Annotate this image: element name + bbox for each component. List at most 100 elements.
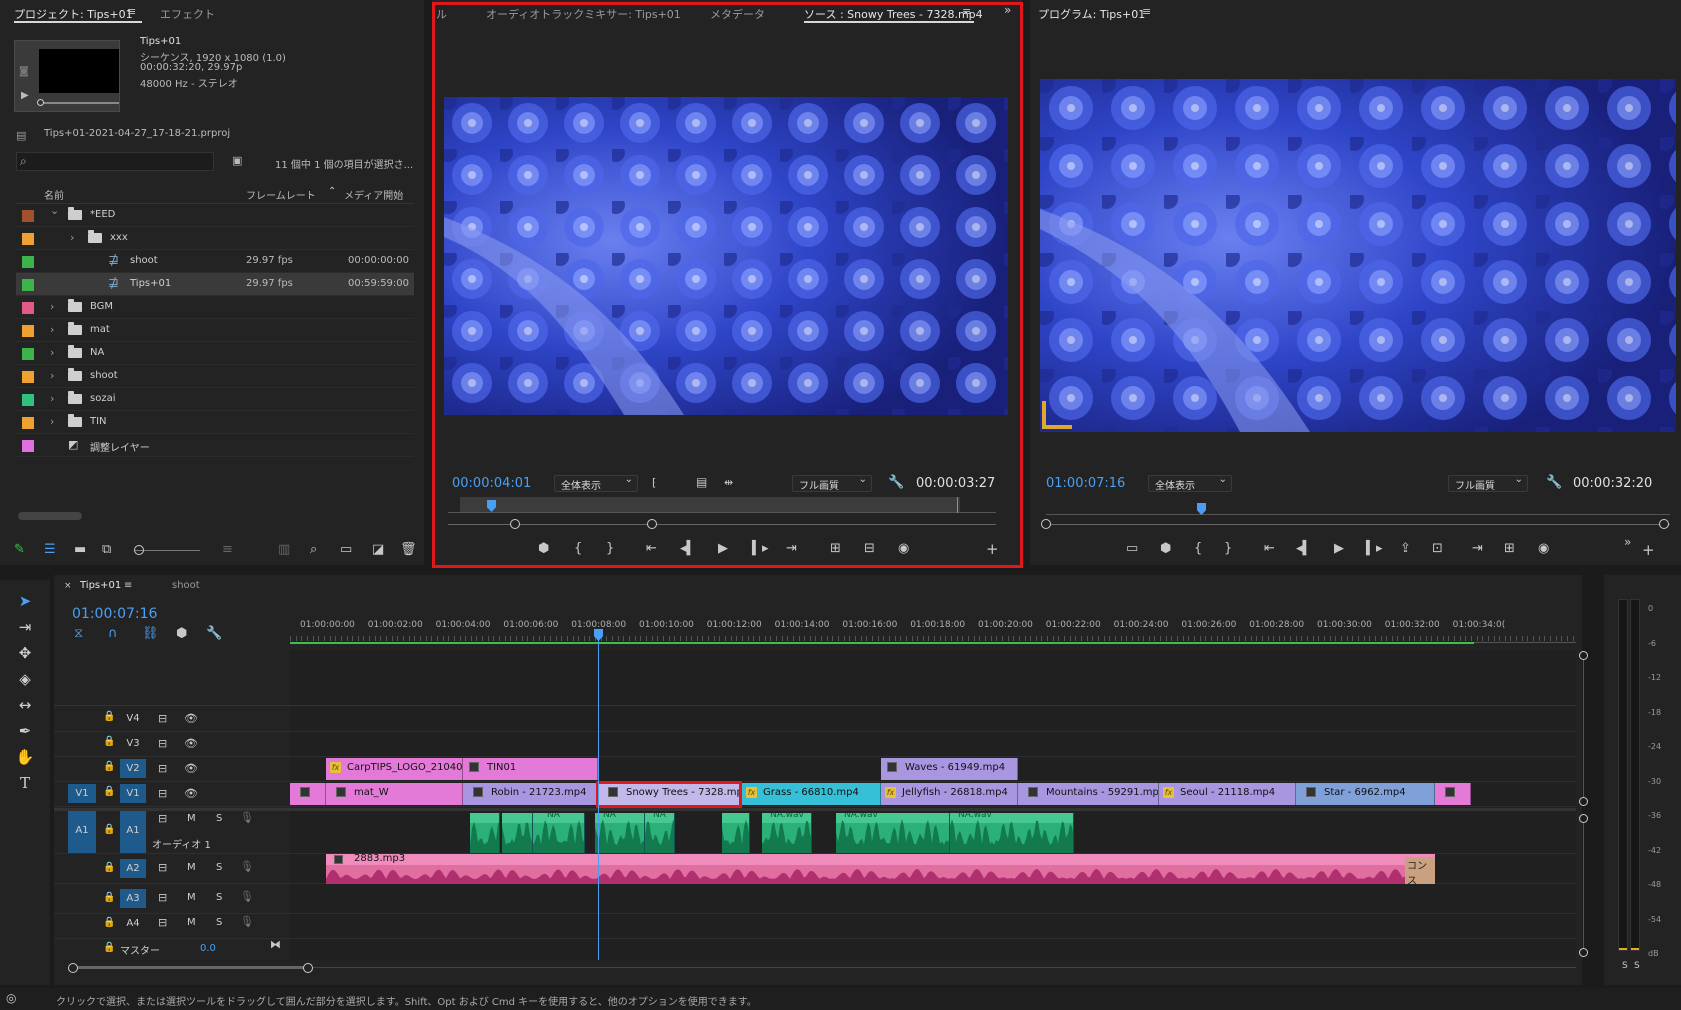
voice-over-record-icon[interactable]: 🎙 xyxy=(240,916,254,927)
chevron-right-icon[interactable]: › xyxy=(50,300,54,313)
chevron-right-icon[interactable]: › xyxy=(70,231,74,244)
solo-button[interactable]: S xyxy=(216,862,222,873)
solo-right-button[interactable]: S xyxy=(1634,961,1640,971)
tab-timeline-tips01[interactable]: Tips+01 xyxy=(80,580,121,591)
vscroll-bottom-handle[interactable] xyxy=(1579,948,1588,957)
new-item-icon[interactable]: ◪ xyxy=(372,543,384,556)
panel-menu-icon[interactable]: ≡ xyxy=(127,6,136,17)
toggle-sync-lock-icon[interactable]: ⊟ xyxy=(158,892,167,903)
lock-icon[interactable]: 🔒 xyxy=(103,917,115,928)
horizontal-scrollbar[interactable] xyxy=(18,512,82,520)
eye-icon[interactable]: 👁 xyxy=(184,713,198,724)
clip-a1-na[interactable]: NA.wav xyxy=(836,813,950,853)
add-marker-icon[interactable]: ⬢ xyxy=(176,627,187,640)
nest-icon[interactable]: ⧖ xyxy=(74,627,83,640)
mark-out-icon[interactable]: } xyxy=(1224,542,1232,555)
label-color-swatch[interactable] xyxy=(22,348,34,360)
project-item-row[interactable]: ◩ 調整レイヤー xyxy=(16,434,414,457)
linked-selection-icon[interactable]: ⛓ xyxy=(142,627,159,640)
solo-left-button[interactable]: S xyxy=(1622,961,1628,971)
voice-over-record-icon[interactable]: 🎙 xyxy=(240,891,254,902)
chevron-down-icon[interactable]: ⌄ xyxy=(50,204,59,217)
sequence-thumbnail[interactable]: ◙ ▶ xyxy=(14,40,120,112)
tab-project[interactable]: プロジェクト: Tips+01 xyxy=(14,6,133,22)
timeline-hscroll-right[interactable] xyxy=(303,963,313,973)
snap-icon[interactable]: ∩ xyxy=(108,627,118,640)
toggle-sync-lock-icon[interactable]: ⊟ xyxy=(158,788,167,799)
work-area-bar[interactable] xyxy=(290,642,1474,644)
source-patch-a1[interactable]: A1 xyxy=(68,811,96,853)
track-select-tool-icon[interactable]: ⇥ xyxy=(14,616,36,638)
vscroll-track-video[interactable] xyxy=(1583,660,1584,797)
chevron-right-icon[interactable]: › xyxy=(50,323,54,336)
search-input[interactable]: ⌕ xyxy=(16,152,214,171)
clip-v2-tin01[interactable]: TIN01 xyxy=(463,758,598,780)
clip-a1-na[interactable]: NA xyxy=(533,813,585,853)
toggle-sync-lock-icon[interactable]: ⊟ xyxy=(158,763,167,774)
label-color-swatch[interactable] xyxy=(22,325,34,337)
eye-icon[interactable]: 👁 xyxy=(184,763,198,774)
write-protect-icon[interactable]: ✎ xyxy=(14,543,25,556)
track-target-v1[interactable]: V1 xyxy=(120,784,146,803)
lock-icon[interactable]: 🔒 xyxy=(103,786,115,797)
clip-a1-na[interactable]: NA xyxy=(595,813,645,853)
vscroll-track-audio[interactable] xyxy=(1583,823,1584,948)
clear-icon[interactable]: 🗑 xyxy=(400,543,417,556)
clip-a1-na[interactable] xyxy=(470,813,500,853)
clip-v1-start[interactable] xyxy=(290,783,326,805)
pen-tool-icon[interactable]: ✒ xyxy=(14,720,36,742)
button-editor-icon[interactable]: + xyxy=(1642,543,1655,558)
lock-icon[interactable]: 🔒 xyxy=(103,824,115,835)
clip-v1-grass[interactable]: fx Grass - 66810.mp4 xyxy=(742,783,881,805)
close-tab-icon[interactable]: × xyxy=(64,582,72,591)
toggle-sync-lock-icon[interactable]: ⊟ xyxy=(158,917,167,928)
razor-tool-icon[interactable]: ◈ xyxy=(14,668,36,690)
freeform-view-icon[interactable]: ⧉ xyxy=(102,543,111,556)
zoom-slider-thumb[interactable] xyxy=(134,545,144,555)
lock-icon[interactable]: 🔒 xyxy=(103,761,115,772)
comparison-view-icon[interactable]: ⊞ xyxy=(1504,542,1515,555)
solo-button[interactable]: S xyxy=(216,813,222,824)
go-to-in-icon[interactable]: ⇤ xyxy=(1264,542,1275,555)
play-icon[interactable]: ▶ xyxy=(1334,542,1344,555)
label-color-swatch[interactable] xyxy=(22,371,34,383)
toggle-sync-lock-icon[interactable]: ⊟ xyxy=(158,862,167,873)
label-color-swatch[interactable] xyxy=(22,394,34,406)
project-item-row[interactable]: › BGM xyxy=(16,296,414,319)
step-back-icon[interactable]: ◂▍ xyxy=(1296,542,1313,555)
program-quality-select[interactable]: フル画質 xyxy=(1448,474,1528,492)
label-color-swatch[interactable] xyxy=(22,210,34,222)
clip-a1-na[interactable] xyxy=(722,813,750,853)
timeline-settings-icon[interactable]: 🔧 xyxy=(206,627,222,640)
label-color-swatch[interactable] xyxy=(22,233,34,245)
automate-to-sequence-icon[interactable]: ▥ xyxy=(278,543,290,556)
extract-icon[interactable]: ⊡ xyxy=(1432,542,1443,555)
source-patch-v1[interactable]: V1 xyxy=(68,784,96,803)
slip-tool-icon[interactable]: ↔ xyxy=(14,694,36,716)
clip-a2-2883mp3[interactable]: 2883.mp3 コンス xyxy=(326,854,1435,884)
clip-v2-waves[interactable]: Waves - 61949.mp4 xyxy=(881,758,1018,780)
new-bin-icon[interactable]: ▭ xyxy=(340,543,352,556)
project-item-row[interactable]: › mat xyxy=(16,319,414,342)
list-view-icon[interactable]: ☰ xyxy=(44,543,56,556)
type-tool-icon[interactable]: T xyxy=(14,772,36,794)
panel-menu-icon[interactable]: ≡ xyxy=(1142,6,1151,17)
collapse-master-icon[interactable]: ⧓ xyxy=(270,939,281,950)
clip-v1-mountains[interactable]: Mountains - 59291.mp4 xyxy=(1018,783,1159,805)
clip-a1-na[interactable]: NA xyxy=(645,813,675,853)
track-target-a3[interactable]: A3 xyxy=(120,889,146,908)
mute-button[interactable]: M xyxy=(187,917,196,928)
chevron-right-icon[interactable]: › xyxy=(50,369,54,382)
vscroll-audio-handle[interactable] xyxy=(1579,814,1588,823)
project-item-row[interactable]: › shoot xyxy=(16,365,414,388)
col-media-start[interactable]: メディア開始 xyxy=(344,187,403,202)
track-target-a2[interactable]: A2 xyxy=(120,859,146,878)
label-color-swatch[interactable] xyxy=(22,256,34,268)
toggle-sync-lock-icon[interactable]: ⊟ xyxy=(158,713,167,724)
mute-button[interactable]: M xyxy=(187,813,196,824)
label-color-swatch[interactable] xyxy=(22,279,34,291)
timeline-hscroll-thumb[interactable] xyxy=(72,966,308,969)
col-name[interactable]: 名前 xyxy=(44,187,64,202)
voice-over-record-icon[interactable]: 🎙 xyxy=(240,812,254,823)
find-icon[interactable]: ⌕ xyxy=(310,543,317,556)
